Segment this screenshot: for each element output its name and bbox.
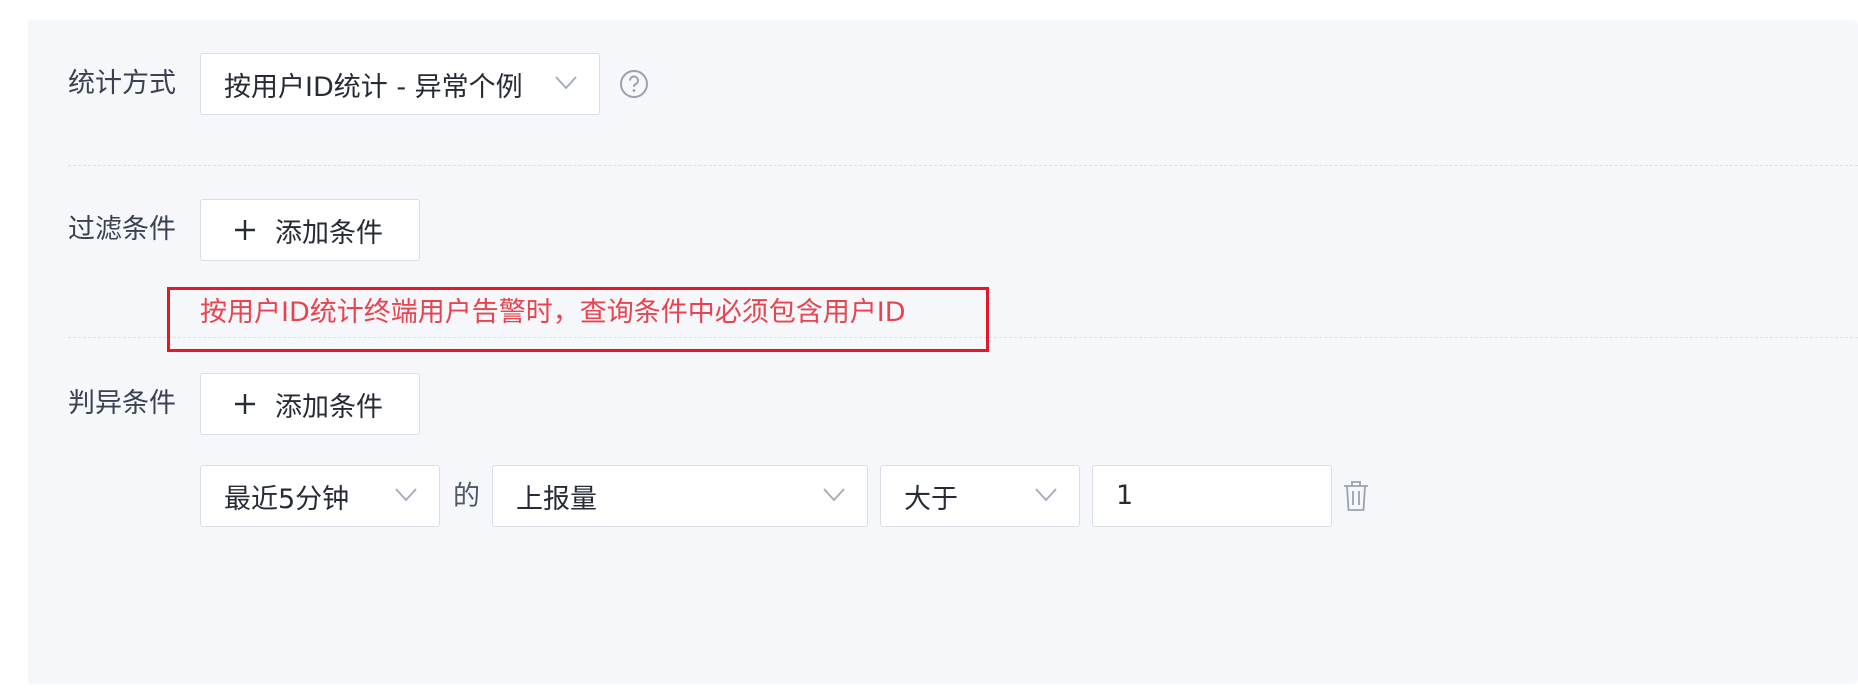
threshold-input[interactable]: 1 <box>1092 465 1332 527</box>
help-icon[interactable] <box>619 69 649 99</box>
chevron-down-icon <box>395 488 417 502</box>
plus-icon <box>235 220 255 240</box>
trash-icon[interactable] <box>1342 480 1370 512</box>
chevron-down-icon <box>823 488 845 502</box>
operator-select[interactable]: 大于 <box>880 465 1080 527</box>
stat-method-value: 按用户ID统计 - 异常个例 <box>224 71 523 103</box>
chevron-down-icon <box>1035 488 1057 502</box>
filter-add-condition-label: 添加条件 <box>275 217 383 249</box>
plus-icon <box>235 394 255 414</box>
time-window-select[interactable]: 最近5分钟 <box>200 465 440 527</box>
anomaly-add-condition-button[interactable]: 添加条件 <box>200 373 420 435</box>
section-divider <box>68 165 1858 166</box>
metric-select[interactable]: 上报量 <box>492 465 868 527</box>
config-panel <box>28 20 1858 684</box>
anomaly-add-condition-label: 添加条件 <box>275 391 383 423</box>
metric-value: 上报量 <box>516 483 597 515</box>
stat-method-label: 统计方式 <box>68 68 176 99</box>
filter-label: 过滤条件 <box>68 214 176 245</box>
of-text: 的 <box>453 481 480 512</box>
filter-error-message: 按用户ID统计终端用户告警时，查询条件中必须包含用户ID <box>200 297 906 328</box>
operator-value: 大于 <box>904 483 958 515</box>
chevron-down-icon <box>555 76 577 90</box>
time-window-value: 最近5分钟 <box>224 483 350 515</box>
anomaly-label: 判异条件 <box>68 388 176 419</box>
stat-method-select[interactable]: 按用户ID统计 - 异常个例 <box>200 53 600 115</box>
filter-add-condition-button[interactable]: 添加条件 <box>200 199 420 261</box>
